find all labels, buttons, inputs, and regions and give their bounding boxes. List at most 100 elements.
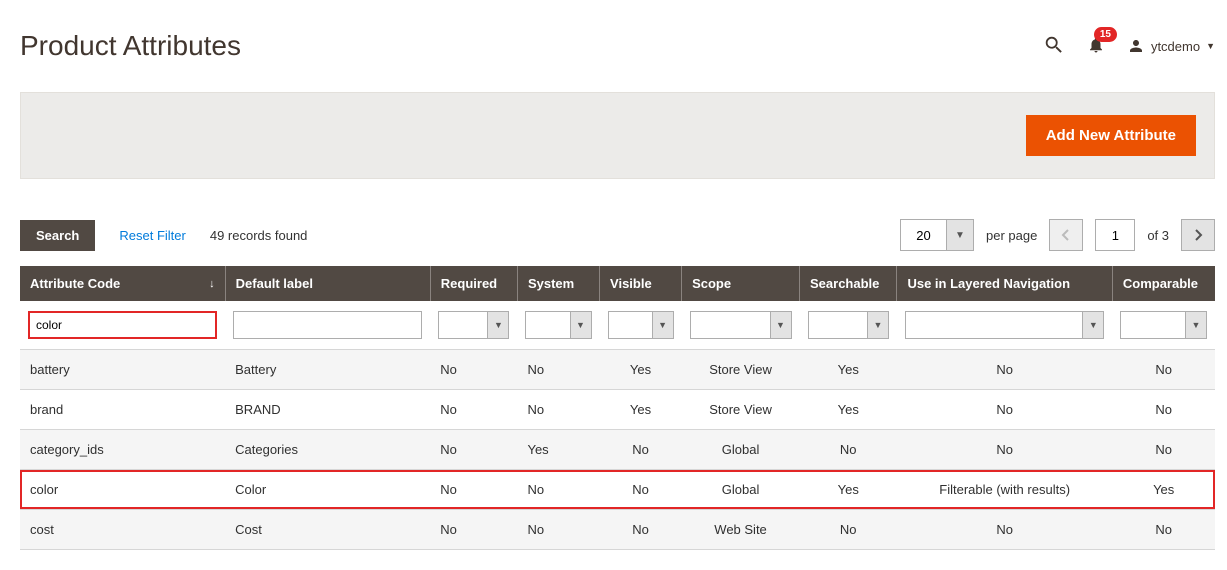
cell-comparable: No (1112, 510, 1215, 550)
search-button[interactable]: Search (20, 220, 95, 251)
filter-system[interactable]: ▼ (525, 311, 591, 339)
table-row[interactable]: batteryBatteryNoNoYesStore ViewYesNoNo (20, 350, 1215, 390)
cell-system: No (517, 470, 599, 510)
chevron-down-icon: ▼ (1206, 41, 1215, 51)
cell-comparable: No (1112, 430, 1215, 470)
cell-visible: No (600, 470, 682, 510)
cell-layered: No (897, 510, 1112, 550)
cell-code: color (20, 470, 225, 510)
cell-visible: No (600, 430, 682, 470)
perpage-input[interactable] (900, 219, 946, 251)
cell-scope: Store View (682, 390, 800, 430)
chevron-down-icon: ▼ (1185, 311, 1207, 339)
records-count: 49 records found (210, 228, 308, 243)
filter-comparable[interactable]: ▼ (1120, 311, 1207, 339)
filter-visible[interactable]: ▼ (608, 311, 674, 339)
cell-comparable: Yes (1112, 470, 1215, 510)
table-row[interactable]: colorColorNoNoNoGlobalYesFilterable (wit… (20, 470, 1215, 510)
cell-visible: Yes (600, 390, 682, 430)
cell-required: No (430, 470, 517, 510)
cell-searchable: No (800, 510, 897, 550)
header-row: Attribute Code↓ Default label Required S… (20, 266, 1215, 301)
cell-code: category_ids (20, 430, 225, 470)
filter-required[interactable]: ▼ (438, 311, 509, 339)
cell-visible: Yes (600, 350, 682, 390)
col-comparable[interactable]: Comparable (1112, 266, 1215, 301)
filter-default-label[interactable] (233, 311, 422, 339)
cell-label: BRAND (225, 390, 430, 430)
cell-code: battery (20, 350, 225, 390)
prev-page-button[interactable] (1049, 219, 1083, 251)
cell-comparable: No (1112, 350, 1215, 390)
cell-system: No (517, 510, 599, 550)
cell-scope: Global (682, 470, 800, 510)
header-actions: 15 ytcdemo ▼ (1043, 34, 1215, 59)
cell-required: No (430, 350, 517, 390)
col-visible[interactable]: Visible (600, 266, 682, 301)
cell-scope: Global (682, 430, 800, 470)
perpage-label: per page (986, 228, 1037, 243)
reset-filter-link[interactable]: Reset Filter (119, 228, 185, 243)
filter-scope[interactable]: ▼ (690, 311, 792, 339)
attributes-grid: Attribute Code↓ Default label Required S… (20, 266, 1215, 550)
page-header: Product Attributes 15 ytcdemo ▼ (20, 20, 1215, 92)
chevron-down-icon: ▼ (487, 311, 509, 339)
filter-attribute-code[interactable] (28, 311, 217, 339)
cell-system: No (517, 390, 599, 430)
username-label: ytcdemo (1151, 39, 1200, 54)
cell-label: Cost (225, 510, 430, 550)
cell-searchable: Yes (800, 350, 897, 390)
next-page-button[interactable] (1181, 219, 1215, 251)
add-new-attribute-button[interactable]: Add New Attribute (1026, 115, 1196, 156)
table-row[interactable]: category_idsCategoriesNoYesNoGlobalNoNoN… (20, 430, 1215, 470)
notification-icon[interactable]: 15 (1087, 35, 1105, 58)
col-required[interactable]: Required (430, 266, 517, 301)
notification-badge: 15 (1094, 27, 1117, 42)
cell-required: No (430, 510, 517, 550)
chevron-down-icon: ▼ (652, 311, 674, 339)
col-searchable[interactable]: Searchable (800, 266, 897, 301)
page-title: Product Attributes (20, 30, 241, 62)
col-layered-nav[interactable]: Use in Layered Navigation (897, 266, 1112, 301)
chevron-down-icon: ▼ (1082, 311, 1104, 339)
search-icon[interactable] (1043, 34, 1065, 59)
action-bar: Add New Attribute (20, 92, 1215, 179)
cell-searchable: No (800, 430, 897, 470)
col-default-label[interactable]: Default label (225, 266, 430, 301)
cell-scope: Store View (682, 350, 800, 390)
cell-layered: No (897, 430, 1112, 470)
cell-system: No (517, 350, 599, 390)
cell-label: Color (225, 470, 430, 510)
cell-required: No (430, 390, 517, 430)
cell-layered: No (897, 390, 1112, 430)
cell-required: No (430, 430, 517, 470)
cell-system: Yes (517, 430, 599, 470)
cell-searchable: Yes (800, 390, 897, 430)
chevron-down-icon: ▼ (570, 311, 592, 339)
cell-code: cost (20, 510, 225, 550)
cell-layered: Filterable (with results) (897, 470, 1112, 510)
filter-searchable[interactable]: ▼ (808, 311, 889, 339)
filter-layered-nav[interactable]: ▼ (905, 311, 1104, 339)
perpage-select[interactable]: ▼ (900, 219, 974, 251)
col-system[interactable]: System (517, 266, 599, 301)
cell-label: Battery (225, 350, 430, 390)
chevron-down-icon[interactable]: ▼ (946, 219, 974, 251)
cell-layered: No (897, 350, 1112, 390)
grid-toolbar: Search Reset Filter 49 records found ▼ p… (20, 219, 1215, 251)
filter-row: ▼ ▼ ▼ ▼ ▼ ▼ ▼ (20, 301, 1215, 350)
cell-label: Categories (225, 430, 430, 470)
col-scope[interactable]: Scope (682, 266, 800, 301)
sort-desc-icon: ↓ (209, 278, 215, 290)
page-input[interactable] (1095, 219, 1135, 251)
chevron-down-icon: ▼ (770, 311, 792, 339)
cell-searchable: Yes (800, 470, 897, 510)
user-menu[interactable]: ytcdemo ▼ (1127, 37, 1215, 55)
page-of-label: of 3 (1147, 228, 1169, 243)
table-row[interactable]: costCostNoNoNoWeb SiteNoNoNo (20, 510, 1215, 550)
col-attribute-code[interactable]: Attribute Code↓ (20, 266, 225, 301)
cell-comparable: No (1112, 390, 1215, 430)
cell-visible: No (600, 510, 682, 550)
chevron-down-icon: ▼ (867, 311, 889, 339)
table-row[interactable]: brandBRANDNoNoYesStore ViewYesNoNo (20, 390, 1215, 430)
